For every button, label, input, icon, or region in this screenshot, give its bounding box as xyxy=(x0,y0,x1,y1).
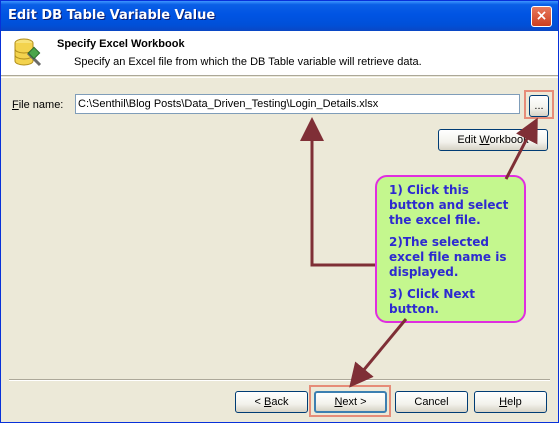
next-button[interactable]: Next > xyxy=(314,391,387,413)
file-name-input[interactable]: C:\Senthil\Blog Posts\Data_Driven_Testin… xyxy=(75,94,520,114)
file-name-label: File name: xyxy=(12,99,64,111)
callout-step-1: 1) Click this button and select the exce… xyxy=(389,183,509,227)
callout-step-2: 2)The selected excel file name is displa… xyxy=(389,235,507,279)
header-divider xyxy=(1,77,558,78)
wizard-step-subtitle: Specify an Excel file from which the DB … xyxy=(74,56,422,68)
help-button[interactable]: Help xyxy=(474,391,547,413)
instruction-callout: 1) Click this button and select the exce… xyxy=(375,175,526,323)
wizard-step-title: Specify Excel Workbook xyxy=(57,38,185,50)
arrow-to-next xyxy=(349,318,408,388)
window-title: Edit DB Table Variable Value xyxy=(8,8,216,23)
close-button[interactable]: × xyxy=(531,6,552,27)
database-excel-icon xyxy=(14,38,42,67)
arrow-to-filename xyxy=(300,117,375,267)
wizard-header: Specify Excel Workbook Specify an Excel … xyxy=(1,31,558,76)
dialog-window: Edit DB Table Variable Value × Specify E… xyxy=(0,0,559,423)
title-bar[interactable]: Edit DB Table Variable Value × xyxy=(1,1,558,31)
browse-button[interactable]: ... xyxy=(529,95,549,117)
footer-divider-highlight xyxy=(9,380,550,381)
callout-step-3: 3) Click Next button. xyxy=(389,287,475,316)
edit-workbook-button[interactable]: Edit Workbook xyxy=(438,129,548,151)
back-button[interactable]: < Back xyxy=(235,391,308,413)
cancel-button[interactable]: Cancel xyxy=(395,391,468,413)
